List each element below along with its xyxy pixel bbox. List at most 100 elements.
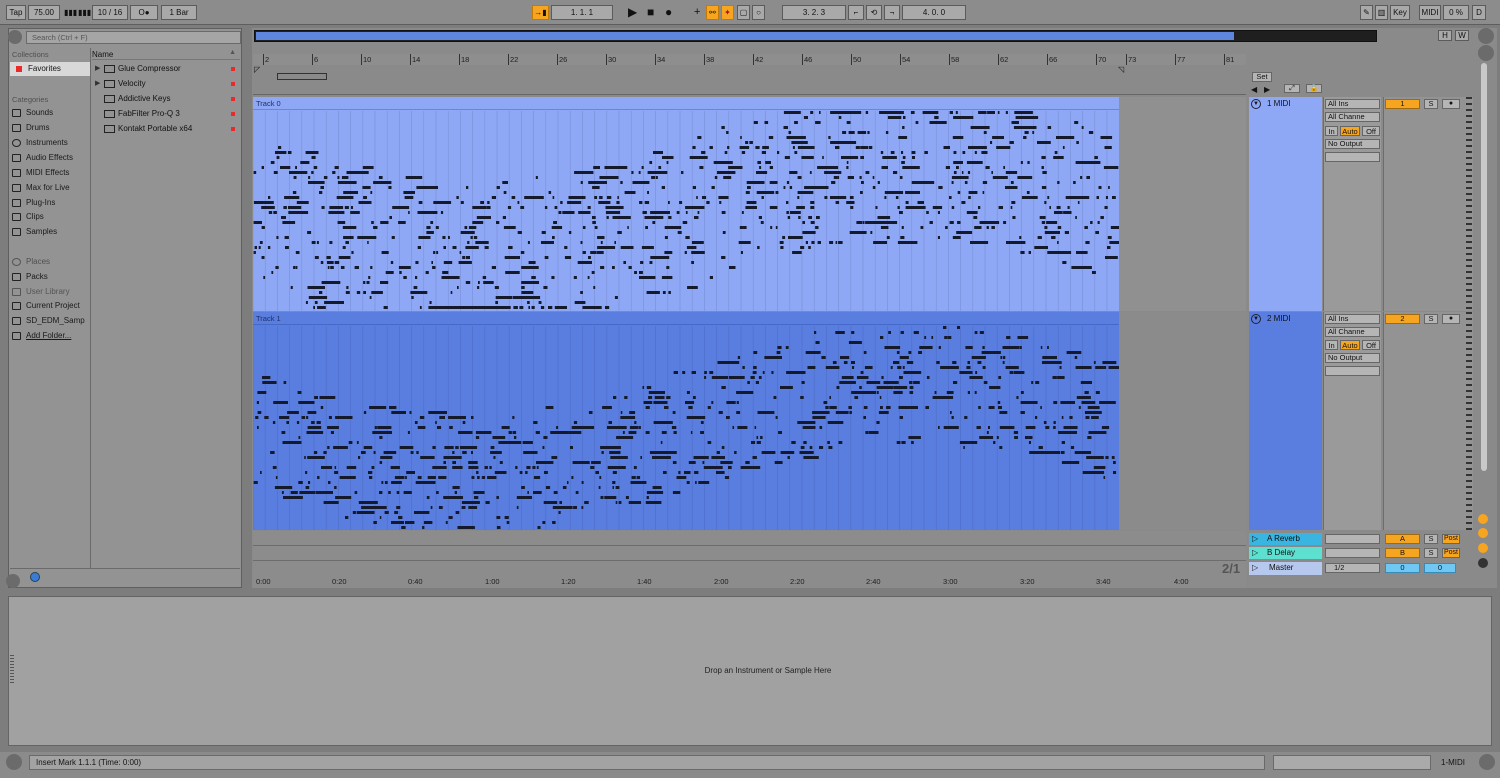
- midi-from-select[interactable]: All Ins: [1325, 314, 1380, 324]
- automation-arm-icon[interactable]: ⚯: [706, 5, 719, 20]
- track-2-resize-dots[interactable]: [1466, 312, 1472, 530]
- solo-button-1[interactable]: S: [1424, 99, 1438, 109]
- file-glue-compressor[interactable]: ▶ Glue Compressor: [92, 62, 238, 76]
- midi-to-select[interactable]: No Output: [1325, 139, 1380, 149]
- fold-icon[interactable]: ▼: [1251, 314, 1261, 324]
- sort-icon[interactable]: ▲: [229, 49, 236, 56]
- midi-to-channel-select[interactable]: [1325, 152, 1380, 162]
- track-activator-1[interactable]: 1: [1385, 99, 1420, 109]
- place-current-project[interactable]: Current Project: [12, 299, 80, 313]
- return-a-post[interactable]: Post: [1442, 534, 1460, 544]
- collection-favorites[interactable]: Favorites: [10, 62, 90, 76]
- return-b-post[interactable]: Post: [1442, 548, 1460, 558]
- loop-switch-icon[interactable]: ⟲: [866, 5, 882, 20]
- capture-icon[interactable]: ▢: [737, 5, 750, 20]
- category-max-for-live[interactable]: Max for Live: [12, 181, 70, 195]
- session-record-icon[interactable]: ○: [752, 5, 765, 20]
- key-map-button[interactable]: Key: [1390, 5, 1410, 20]
- overview-visible-region[interactable]: [256, 32, 1234, 40]
- tap-button[interactable]: Tap: [6, 5, 26, 20]
- sends-icon[interactable]: [1478, 543, 1488, 553]
- add-folder-link[interactable]: Add Folder...: [12, 329, 71, 343]
- file-kontakt-portable[interactable]: Kontakt Portable x64: [92, 122, 238, 136]
- track-0-empty-region[interactable]: [1119, 97, 1246, 311]
- arm-button-2[interactable]: ●: [1442, 314, 1460, 324]
- category-midi-effects[interactable]: MIDI Effects: [12, 166, 69, 180]
- punch-out-icon[interactable]: ¬: [884, 5, 900, 20]
- quantization-select[interactable]: 1 Bar: [161, 5, 197, 20]
- fit-width-button[interactable]: W: [1455, 30, 1469, 41]
- master-play-icon[interactable]: ▷: [1252, 563, 1258, 572]
- return-b-activator[interactable]: B: [1385, 548, 1420, 558]
- return-b-input[interactable]: [1325, 548, 1380, 558]
- category-clips[interactable]: Clips: [12, 210, 44, 224]
- locator-lane[interactable]: [253, 65, 1246, 95]
- overview-icon[interactable]: [1478, 514, 1488, 524]
- loop-length-field[interactable]: 4. 0. 0: [902, 5, 966, 20]
- fold-icon[interactable]: ▼: [1251, 99, 1261, 109]
- return-b-solo[interactable]: S: [1424, 548, 1438, 558]
- track-header-2[interactable]: [1249, 312, 1322, 530]
- master-name[interactable]: Master: [1269, 563, 1293, 572]
- unfold-icon[interactable]: ⤢: [1284, 84, 1300, 93]
- place-packs[interactable]: Packs: [12, 270, 48, 284]
- set-locator-button[interactable]: Set: [1252, 72, 1272, 82]
- file-velocity[interactable]: ▶ Velocity: [92, 77, 238, 91]
- in-out-icon[interactable]: [1478, 528, 1488, 538]
- monitor-auto-button[interactable]: Auto: [1340, 126, 1360, 136]
- draw-mode-icon[interactable]: ✎: [1360, 5, 1373, 20]
- monitor-in-button[interactable]: In: [1325, 126, 1338, 136]
- computer-keyboard-icon[interactable]: ▥: [1375, 5, 1388, 20]
- midi-channel-select[interactable]: All Channe: [1325, 112, 1380, 122]
- stop-icon[interactable]: ■: [647, 5, 654, 20]
- vertical-scrollbar[interactable]: [1481, 63, 1487, 471]
- midi-from-select[interactable]: All Ins: [1325, 99, 1380, 109]
- search-input[interactable]: Search (Ctrl + F): [26, 31, 241, 44]
- io-toggle-icon[interactable]: [1478, 28, 1494, 44]
- category-instruments[interactable]: Instruments: [12, 136, 68, 150]
- punch-in-icon[interactable]: ⌐: [848, 5, 864, 20]
- midi-to-channel-select[interactable]: [1325, 366, 1380, 376]
- expand-icon[interactable]: ▶: [95, 77, 100, 91]
- track-header-1[interactable]: [1249, 97, 1322, 311]
- category-samples[interactable]: Samples: [12, 225, 57, 239]
- category-plug-ins[interactable]: Plug-Ins: [12, 196, 55, 210]
- return-a-solo[interactable]: S: [1424, 534, 1438, 544]
- track-activator-2[interactable]: 2: [1385, 314, 1420, 324]
- expand-icon[interactable]: ▶: [95, 62, 100, 76]
- return-play-icon[interactable]: ▷: [1252, 548, 1258, 557]
- sends-toggle-icon[interactable]: [1478, 45, 1494, 61]
- return-a-input[interactable]: [1325, 534, 1380, 544]
- browser-toggle-icon[interactable]: [8, 30, 22, 44]
- name-column-header[interactable]: Name ▲: [92, 48, 240, 60]
- loop-brace[interactable]: [277, 73, 327, 80]
- file-addictive-keys[interactable]: Addictive Keys: [92, 92, 238, 106]
- groove-pool-icon[interactable]: [6, 574, 20, 588]
- clip-title-track-1[interactable]: Track 1: [253, 313, 1119, 325]
- monitor-off-button[interactable]: Off: [1362, 126, 1380, 136]
- record-icon[interactable]: ●: [665, 5, 672, 20]
- arrangement-position-field[interactable]: 1. 1. 1: [551, 5, 613, 20]
- detail-toggle-icon[interactable]: [1479, 754, 1495, 770]
- monitor-auto-button[interactable]: Auto: [1340, 340, 1360, 350]
- solo-button-2[interactable]: S: [1424, 314, 1438, 324]
- follow-icon[interactable]: →▮: [532, 5, 549, 20]
- track-name-2[interactable]: 2 MIDI: [1267, 314, 1291, 323]
- mini-clip-overview[interactable]: [1273, 755, 1431, 770]
- return-name-b[interactable]: B Delay: [1267, 548, 1295, 557]
- midi-to-select[interactable]: No Output: [1325, 353, 1380, 363]
- master-volume-field[interactable]: 0: [1385, 563, 1420, 573]
- category-drums[interactable]: Drums: [12, 121, 50, 135]
- return-name-a[interactable]: A Reverb: [1267, 534, 1300, 543]
- master-output-select[interactable]: 1/2: [1325, 563, 1380, 573]
- master-pan-field[interactable]: 0: [1424, 563, 1456, 573]
- place-sd-edm-samp[interactable]: SD_EDM_Samp: [12, 314, 85, 328]
- mixer-icon[interactable]: [1478, 558, 1488, 568]
- end-marker-icon[interactable]: ◹: [1118, 65, 1124, 74]
- place-user-library[interactable]: User Library: [12, 285, 70, 299]
- track-1-resize-dots[interactable]: [1466, 97, 1472, 311]
- nudge-icon[interactable]: ▮▮▮: [64, 5, 77, 20]
- re-enable-automation-icon[interactable]: ✦: [721, 5, 734, 20]
- track-1-empty-region[interactable]: [1119, 312, 1246, 530]
- category-audio-effects[interactable]: Audio Effects: [12, 151, 73, 165]
